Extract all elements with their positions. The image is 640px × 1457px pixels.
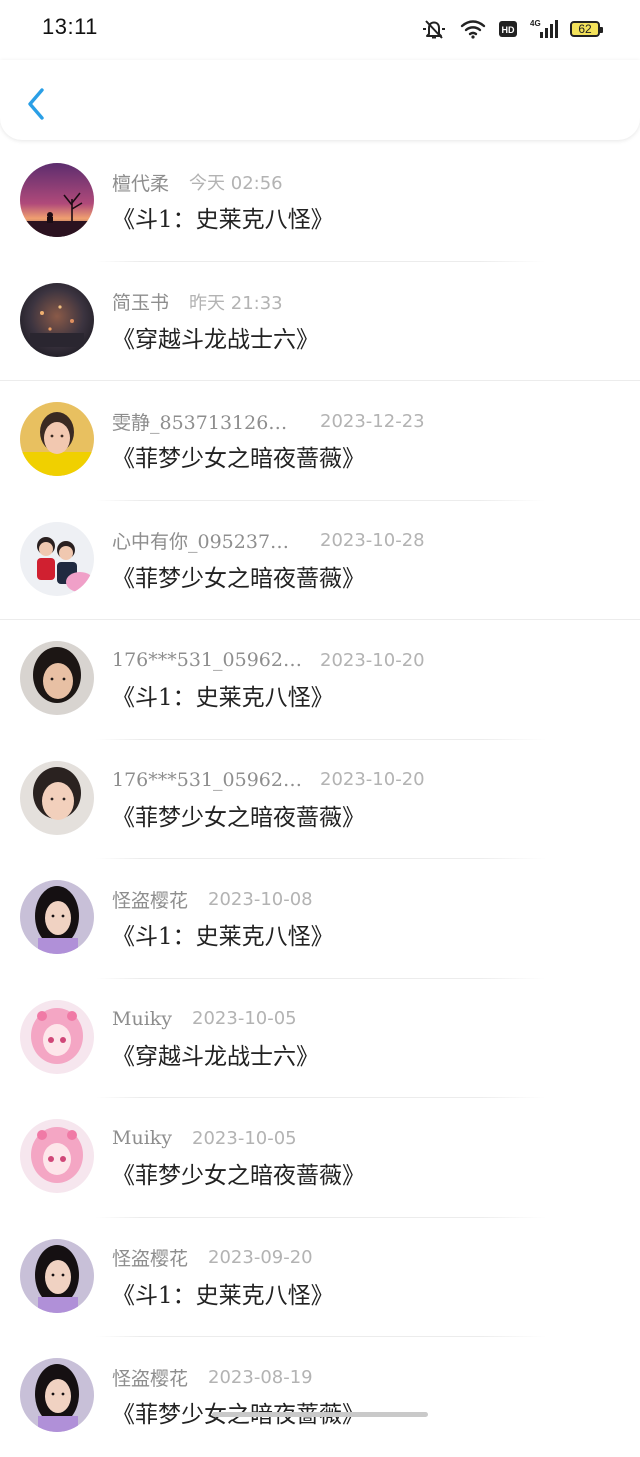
home-indicator[interactable] (212, 1412, 428, 1417)
user-name: 檀代柔 (112, 172, 170, 195)
avatar[interactable] (20, 880, 94, 954)
signal-icon: 4G (530, 19, 558, 38)
back-arrow-icon[interactable] (22, 84, 50, 124)
timestamp: 2023-10-20 (320, 769, 425, 790)
timestamp: 2023-10-08 (208, 888, 313, 910)
name-line: 雯静_853713126… 2023-12-23 (112, 407, 425, 435)
list-item[interactable]: 心中有你_095237… 2023-10-28 《菲梦少女之暗夜蔷薇》 (0, 501, 640, 620)
user-name: 176***531_05962… (112, 768, 302, 791)
timestamp: 2023-10-28 (320, 530, 425, 551)
story-title[interactable]: 《斗1：史莱克八怪》 (112, 917, 334, 951)
name-line: 怪盗樱花 2023-08-19 (112, 1363, 313, 1391)
name-line: 176***531_05962… 2023-10-20 (112, 646, 425, 674)
name-line: 怪盗樱花 2023-10-08 (112, 885, 313, 913)
user-name: 怪盗樱花 (112, 1248, 189, 1270)
story-title[interactable]: 《穿越斗龙战士六》 (112, 320, 319, 354)
list-item[interactable]: 怪盗樱花 2023-08-19 《菲梦少女之暗夜蔷薇》 (0, 1337, 640, 1457)
network-label: 4G (530, 19, 541, 28)
avatar[interactable] (20, 402, 94, 476)
story-title[interactable]: 《菲梦少女之暗夜蔷薇》 (112, 439, 365, 473)
story-title[interactable]: 《斗1：史莱克八怪》 (112, 678, 334, 712)
avatar[interactable] (20, 1238, 94, 1313)
avatar[interactable] (20, 1358, 94, 1432)
name-line: 心中有你_095237… 2023-10-28 (112, 527, 425, 555)
avatar[interactable] (20, 999, 94, 1074)
list-item[interactable]: 檀代柔 今天 02:56 《斗1：史莱克八怪》 (0, 142, 640, 262)
timestamp: 2023-08-19 (208, 1366, 313, 1388)
list-item[interactable]: 176***531_05962… 2023-10-20 《斗1：史莱克八怪》 (0, 620, 640, 740)
mute-bell-icon (423, 20, 445, 39)
avatar[interactable] (20, 282, 94, 357)
story-title[interactable]: 《斗1：史莱克八怪》 (112, 1276, 334, 1310)
name-line: 176***531_05962… 2023-10-20 (112, 766, 425, 794)
timestamp: 昨天 21:33 (189, 292, 283, 314)
list-item[interactable]: 简玉书 昨天 21:33 《穿越斗龙战士六》 (0, 262, 640, 381)
avatar[interactable] (20, 641, 94, 715)
timestamp: 2023-10-05 (192, 1127, 297, 1149)
status-icons: HD 4G 62 (420, 16, 603, 42)
timestamp: 2023-10-05 (192, 1008, 297, 1029)
status-bar: 13:11 HD 4G 62 (0, 0, 640, 60)
name-line: 简玉书 昨天 21:33 (112, 288, 283, 316)
list-item[interactable]: Muiky 2023-10-05 《穿越斗龙战士六》 (0, 979, 640, 1098)
battery-level: 62 (578, 22, 592, 36)
timestamp: 2023-12-23 (320, 410, 425, 432)
user-name: Muiky (112, 1007, 173, 1030)
user-name: 176***531_05962… (112, 649, 302, 671)
hd-icon: HD (499, 21, 517, 37)
list-item[interactable]: 雯静_853713126… 2023-12-23 《菲梦少女之暗夜蔷薇》 (0, 381, 640, 501)
timestamp: 2023-10-20 (320, 649, 425, 671)
story-title[interactable]: 《菲梦少女之暗夜蔷薇》 (112, 1156, 365, 1190)
history-list: 檀代柔 今天 02:56 《斗1：史莱克八怪》 简玉书 昨天 21:33 《穿越… (0, 142, 640, 1457)
user-name: Muiky (112, 1127, 173, 1149)
story-title[interactable]: 《菲梦少女之暗夜蔷薇》 (112, 559, 365, 593)
avatar[interactable] (20, 163, 94, 237)
status-time: 13:11 (42, 14, 98, 39)
top-nav-bar (0, 60, 640, 140)
user-name: 心中有你_095237… (112, 531, 290, 553)
list-item[interactable]: 怪盗樱花 2023-09-20 《斗1：史莱克八怪》 (0, 1218, 640, 1337)
user-name: 怪盗樱花 (112, 1367, 189, 1390)
user-name: 简玉书 (112, 292, 170, 314)
story-title[interactable]: 《菲梦少女之暗夜蔷薇》 (112, 798, 365, 832)
battery-icon: 62 (570, 21, 603, 37)
story-title[interactable]: 《穿越斗龙战士六》 (112, 1037, 319, 1071)
list-item[interactable]: Muiky 2023-10-05 《菲梦少女之暗夜蔷薇》 (0, 1098, 640, 1218)
avatar[interactable] (20, 521, 94, 596)
story-title[interactable]: 《斗1：史莱克八怪》 (112, 200, 334, 234)
list-item[interactable]: 176***531_05962… 2023-10-20 《菲梦少女之暗夜蔷薇》 (0, 740, 640, 859)
hd-label: HD (502, 25, 515, 35)
user-name: 怪盗樱花 (112, 889, 189, 912)
wifi-icon (460, 20, 486, 39)
avatar[interactable] (20, 1119, 94, 1193)
name-line: Muiky 2023-10-05 (112, 1005, 297, 1033)
name-line: 檀代柔 今天 02:56 (112, 168, 283, 196)
name-line: 怪盗樱花 2023-09-20 (112, 1244, 313, 1272)
avatar[interactable] (20, 760, 94, 835)
user-name: 雯静_853713126… (112, 411, 288, 434)
timestamp: 今天 02:56 (189, 173, 283, 194)
timestamp: 2023-09-20 (208, 1247, 313, 1268)
list-item[interactable]: 怪盗樱花 2023-10-08 《斗1：史莱克八怪》 (0, 859, 640, 979)
name-line: Muiky 2023-10-05 (112, 1124, 297, 1152)
